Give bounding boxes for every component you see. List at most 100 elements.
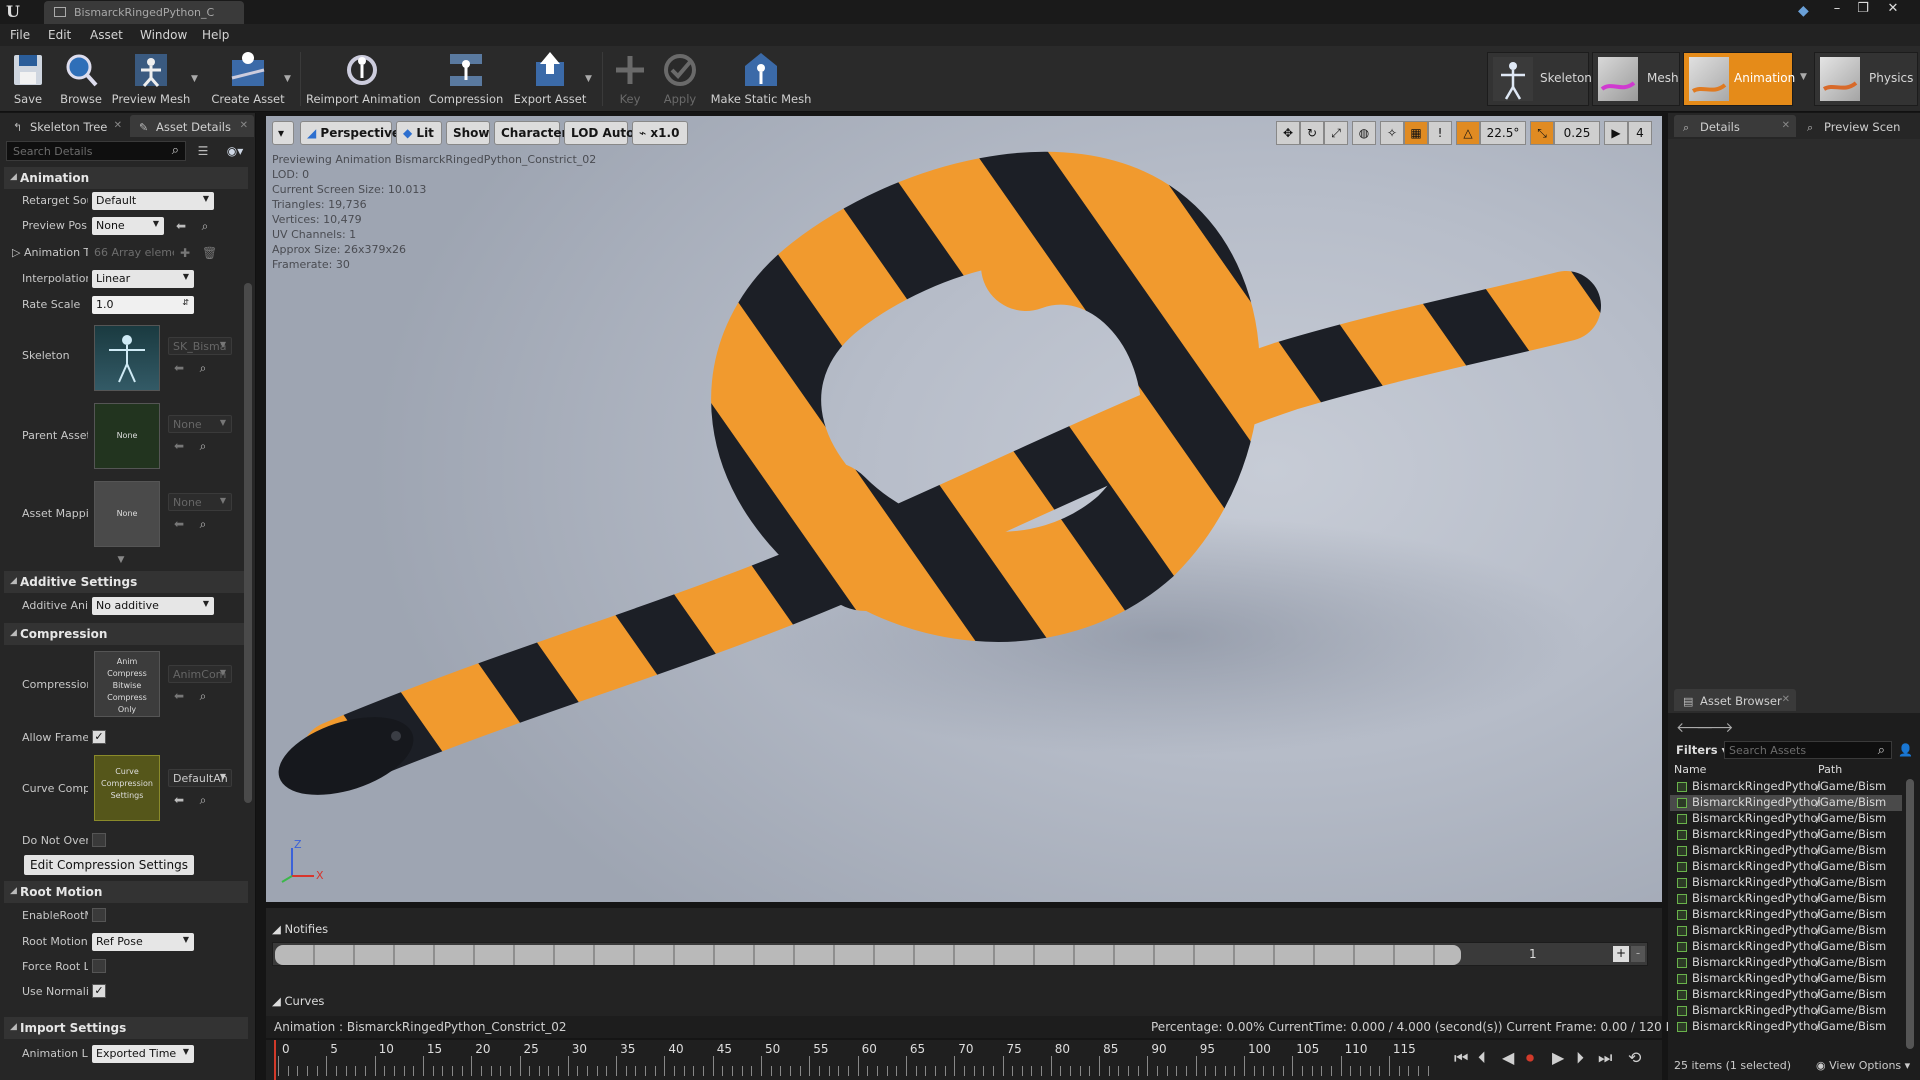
tab-preview-scene[interactable]: ⌕ Preview Scen (1798, 115, 1918, 137)
export-asset-dropdown-icon[interactable]: ▼ (585, 74, 592, 84)
asset-row[interactable]: BismarckRingedPythoi/Game/Bism (1670, 795, 1902, 811)
allow-frame-checkbox[interactable]: ✓ (92, 730, 106, 744)
add-element-icon[interactable]: ✚ (178, 246, 192, 260)
preview-mesh-dropdown-icon[interactable]: ▼ (191, 74, 198, 84)
notifies-header[interactable]: ◢ Notifies (272, 922, 328, 936)
asset-row[interactable]: BismarckRingedPythoi/Game/Bism (1670, 811, 1902, 827)
timeline-ruler[interactable]: 0 5 10 15 20 25 30 35 40 45 50 55 60 65 70 75 80 85 90 95 10… (266, 1040, 1446, 1080)
browse-search-icon[interactable]: ⌕ (198, 219, 212, 233)
perspective-button[interactable]: ◢ Perspective (300, 121, 400, 145)
browse-search-icon[interactable]: ⌕ (196, 439, 210, 453)
remove-notify-track-button[interactable]: - (1631, 946, 1645, 962)
grid-snap-value[interactable]: ! (1428, 121, 1452, 145)
parent-asset-thumbnail[interactable]: None (94, 403, 160, 469)
close-icon[interactable]: ✕ (1782, 120, 1790, 131)
menu-window[interactable]: Window (140, 28, 187, 42)
asset-row[interactable]: BismarckRingedPythoi/Game/Bism (1670, 1003, 1902, 1019)
menu-edit[interactable]: Edit (48, 28, 71, 42)
menu-asset[interactable]: Asset (90, 28, 123, 42)
browse-search-icon[interactable]: ⌕ (196, 361, 210, 375)
column-path-header[interactable]: Path (1818, 763, 1842, 776)
additive-type-combo[interactable]: No additive ▼ (92, 597, 214, 615)
mode-animation-button[interactable]: Animation (1683, 52, 1795, 106)
skip-to-start-icon[interactable]: ⏮ (1454, 1048, 1468, 1068)
asset-row[interactable]: BismarckRingedPythoi/Game/Bism (1670, 827, 1902, 843)
retarget-source-combo[interactable]: Default ▼ (92, 192, 214, 210)
do-not-override-checkbox[interactable] (92, 833, 106, 847)
curve-compression-thumbnail[interactable]: Curve Compression Settings (94, 755, 160, 821)
animation-length-combo[interactable]: Exported Time ▼ (92, 1045, 194, 1063)
make-static-mesh-button[interactable]: Make Static Mesh (710, 46, 812, 112)
notify-track[interactable]: 1 + - (272, 942, 1648, 966)
close-icon[interactable]: ✕ (114, 120, 122, 131)
force-root-lock-checkbox[interactable] (92, 959, 106, 973)
rotate-tool-icon[interactable]: ↻ (1300, 121, 1324, 145)
create-asset-button[interactable]: Create Asset (208, 46, 288, 112)
scale-snap-value[interactable]: 0.25 (1554, 121, 1600, 145)
filters-dropdown[interactable]: Filters ▾ (1676, 743, 1727, 757)
minimize-button[interactable]: – (1826, 1, 1848, 21)
visibility-eye-icon[interactable]: ◉▾ (222, 144, 248, 158)
scale-snap-icon[interactable]: ⤡ (1530, 121, 1554, 145)
tab-asset-browser[interactable]: ▤ Asset Browser ✕ (1674, 689, 1796, 711)
animation-mode-dropdown-icon[interactable]: ▼ (1800, 72, 1807, 82)
surface-snap-icon[interactable]: ✧ (1380, 121, 1404, 145)
curve-compression-combo[interactable]: DefaultAn ▼ (168, 769, 232, 787)
menu-help[interactable]: Help (202, 28, 229, 42)
asset-row[interactable]: BismarckRingedPythoi/Game/Bism (1670, 939, 1902, 955)
asset-row[interactable]: BismarckRingedPythoi/Game/Bism (1670, 971, 1902, 987)
play-reverse-icon[interactable]: ◀ (1502, 1048, 1514, 1067)
reimport-animation-button[interactable]: Reimport Animation (306, 46, 421, 112)
column-name-header[interactable]: Name (1674, 763, 1706, 776)
asset-row[interactable]: BismarckRingedPythoi/Game/Bism (1670, 875, 1902, 891)
asset-search-input[interactable]: Search Assets ⌕ (1724, 741, 1892, 759)
asset-list-scrollbar[interactable] (1906, 779, 1914, 1049)
details-search-input[interactable]: Search Details ⌕ (6, 141, 186, 161)
step-back-icon[interactable]: ⏴ (1478, 1048, 1486, 1068)
use-selected-arrow-icon[interactable]: ⬅ (172, 517, 186, 531)
use-selected-arrow-icon[interactable]: ⬅ (172, 793, 186, 807)
asset-row[interactable]: BismarckRingedPythoi/Game/Bism (1670, 859, 1902, 875)
compression-button[interactable]: Compression (426, 46, 506, 112)
skeleton-thumbnail[interactable] (94, 325, 160, 391)
browse-search-icon[interactable]: ⌕ (196, 689, 210, 703)
step-forward-icon[interactable]: ⏵ (1576, 1048, 1584, 1068)
curves-header[interactable]: ◢ Curves (272, 994, 324, 1008)
rotation-snap-value[interactable]: 22.5° (1480, 121, 1526, 145)
edit-compression-settings-button[interactable]: Edit Compression Settings (24, 855, 194, 875)
list-view-icon[interactable]: ☰ (196, 144, 210, 158)
world-space-icon[interactable]: ◍ (1352, 121, 1376, 145)
show-button[interactable]: Show (446, 121, 490, 145)
close-window-button[interactable]: ✕ (1882, 1, 1904, 21)
mode-skeleton-button[interactable]: Skeleton (1487, 52, 1592, 106)
category-animation[interactable]: ◢ Animation (4, 167, 248, 189)
tab-skeleton-tree[interactable]: ↰ Skeleton Tree ✕ (4, 115, 128, 137)
tab-details[interactable]: ⌕ Details ✕ (1674, 115, 1796, 137)
scale-tool-icon[interactable]: ⤢ (1324, 121, 1348, 145)
preview-mesh-button[interactable]: Preview Mesh (110, 46, 192, 112)
category-compression[interactable]: ◢ Compression (4, 623, 248, 645)
use-normalized-checkbox[interactable]: ✓ (92, 984, 106, 998)
restore-button[interactable]: ❐ (1852, 1, 1874, 21)
camera-speed-icon[interactable]: ▶ (1604, 121, 1628, 145)
apply-button[interactable]: Apply (658, 46, 702, 112)
character-button[interactable]: Character (494, 121, 567, 145)
close-icon[interactable]: ✕ (1782, 694, 1790, 705)
document-tab[interactable]: BismarckRingedPython_C (44, 1, 244, 24)
lit-button[interactable]: ◆ Lit (396, 121, 442, 145)
loop-icon[interactable]: ⟲ (1628, 1048, 1641, 1067)
root-motion-combo[interactable]: Ref Pose ▼ (92, 933, 194, 951)
asset-row[interactable]: BismarckRingedPythoi/Game/Bism (1670, 907, 1902, 923)
skip-to-end-icon[interactable]: ⏭ (1598, 1048, 1612, 1068)
preview-pose-combo[interactable]: None ▼ (92, 217, 164, 235)
viewport-options-button[interactable]: ▾ (272, 121, 294, 145)
playhead[interactable] (274, 1040, 276, 1080)
close-icon[interactable]: ✕ (240, 120, 248, 131)
category-additive-settings[interactable]: ◢ Additive Settings (4, 571, 248, 593)
record-icon[interactable]: ⏺ (1526, 1048, 1534, 1068)
mode-physics-button[interactable]: Physics (1814, 52, 1918, 106)
compression-thumbnail[interactable]: Anim Compress Bitwise Compress Only (94, 651, 160, 717)
rate-scale-input[interactable]: 1.0 ⇵ (92, 296, 194, 314)
browse-button[interactable]: Browse (56, 46, 106, 112)
browse-search-icon[interactable]: ⌕ (196, 793, 210, 807)
